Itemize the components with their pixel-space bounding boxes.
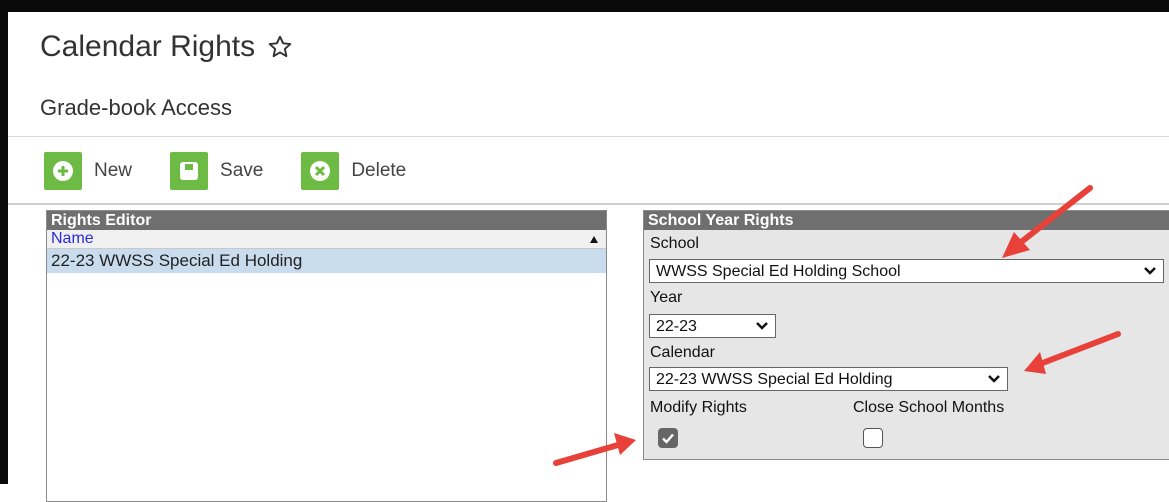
page-title-row: Calendar Rights [40, 30, 293, 64]
chevron-down-icon [1143, 266, 1157, 276]
calendar-select[interactable]: 22-23 WWSS Special Ed Holding [649, 367, 1008, 391]
school-label: School [650, 235, 699, 252]
year-select-value: 22-23 [656, 318, 697, 335]
close-school-months-label: Close School Months [853, 399, 1005, 416]
school-select-value: WWSS Special Ed Holding School [656, 263, 901, 280]
plus-icon [44, 152, 82, 190]
name-column-header[interactable]: Name [47, 230, 606, 249]
new-button[interactable]: New [44, 152, 132, 190]
delete-button[interactable]: Delete [301, 152, 406, 190]
page-title: Calendar Rights [40, 30, 256, 63]
annotation-arrow-icon [1002, 185, 1093, 258]
close-school-months-checkbox[interactable] [863, 428, 883, 448]
favorite-star-icon[interactable] [267, 34, 293, 60]
modify-rights-checkbox[interactable] [658, 428, 678, 448]
annotation-arrow-icon [1024, 331, 1121, 374]
toolbar: New Save Delete [44, 152, 444, 190]
chevron-down-icon [987, 374, 1001, 384]
list-item[interactable]: 22-23 WWSS Special Ed Holding [47, 249, 606, 273]
annotation-arrow-icon [553, 433, 636, 466]
window-frame-top [0, 0, 1169, 12]
rights-editor-header: Rights Editor [47, 211, 606, 230]
rights-editor-panel: Rights Editor Name 22-23 WWSS Special Ed… [46, 210, 607, 502]
year-select[interactable]: 22-23 [649, 314, 776, 338]
new-button-label: New [94, 160, 133, 181]
year-label: Year [650, 289, 683, 306]
floppy-disk-icon [170, 152, 209, 190]
calendar-label: Calendar [650, 344, 715, 361]
page-subtitle: Grade-book Access [40, 95, 232, 120]
name-column-label: Name [51, 230, 94, 247]
modify-rights-label: Modify Rights [650, 399, 747, 416]
delete-button-label: Delete [351, 160, 407, 181]
checkmark-icon [662, 433, 674, 444]
calendar-select-value: 22-23 WWSS Special Ed Holding [656, 371, 893, 388]
chevron-down-icon [755, 321, 769, 331]
title-divider [8, 136, 1169, 137]
window-frame-left [0, 0, 8, 484]
save-button-label: Save [220, 160, 264, 181]
sort-ascending-icon [590, 236, 598, 243]
save-button[interactable]: Save [170, 152, 263, 190]
close-circle-icon [301, 152, 340, 190]
